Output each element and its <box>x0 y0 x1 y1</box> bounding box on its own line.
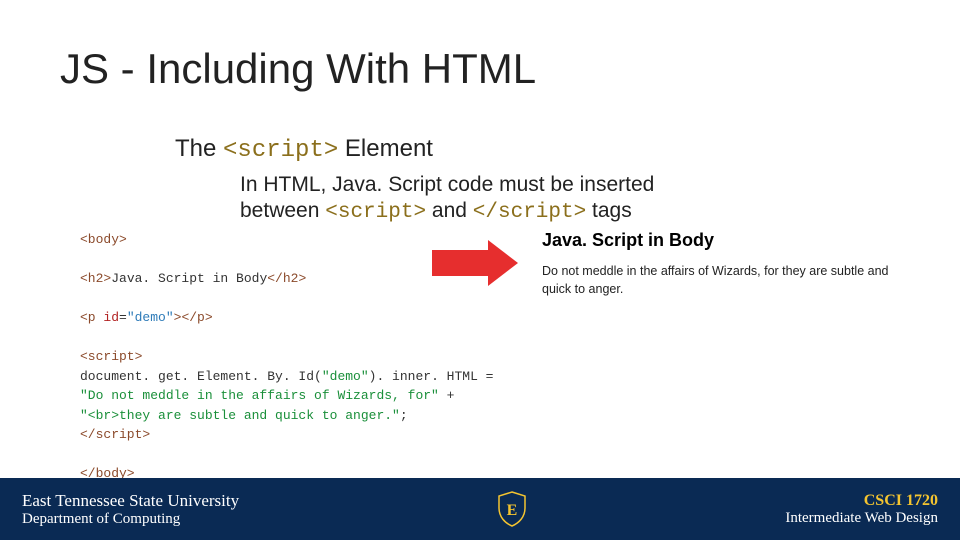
footer-university: East Tennessee State University <box>22 491 239 511</box>
code-tag: <p <box>80 310 103 325</box>
footer-logo: E <box>497 491 527 527</box>
footer-course-code: CSCI 1720 <box>864 492 938 510</box>
code-tag: </script> <box>80 427 150 442</box>
code-str: "Do not meddle in the affairs of Wizards… <box>80 388 439 403</box>
code-tag: </h2> <box>267 271 306 286</box>
footer: East Tennessee State University Departme… <box>0 478 960 540</box>
render-output: Java. Script in Body Do not meddle in th… <box>542 230 892 298</box>
code-attr: id <box>103 310 119 325</box>
shield-icon: E <box>497 491 527 527</box>
desc-line2-pre: between <box>240 199 325 222</box>
code-tag: <body> <box>80 232 127 247</box>
footer-left: East Tennessee State University Departme… <box>22 491 239 528</box>
subtitle-code: <script> <box>223 137 338 164</box>
svg-text:E: E <box>507 502 518 519</box>
arrow-icon <box>432 240 520 286</box>
description: In HTML, Java. Script code must be inser… <box>240 172 770 227</box>
desc-code1: <script> <box>325 201 426 224</box>
code-tag: <h2> <box>80 271 111 286</box>
desc-line2-post: tags <box>586 199 632 222</box>
code-str: "demo" <box>322 369 369 384</box>
code-text: Java. Script in Body <box>111 271 267 286</box>
render-title: Java. Script in Body <box>542 230 892 251</box>
code-js: document. get. Element. By. Id( <box>80 369 322 384</box>
code-tag: <script> <box>80 349 142 364</box>
code-tag: </p> <box>181 310 212 325</box>
footer-department: Department of Computing <box>22 511 239 528</box>
code-eq: = <box>119 310 127 325</box>
page-title: JS - Including With HTML <box>60 45 536 93</box>
code-js: ; <box>400 408 408 423</box>
desc-mid: and <box>426 199 473 222</box>
desc-line1: In HTML, Java. Script code must be inser… <box>240 173 654 196</box>
code-val: "demo" <box>127 310 174 325</box>
desc-code2: </script> <box>473 201 586 224</box>
footer-right: CSCI 1720 Intermediate Web Design <box>785 492 938 527</box>
code-js: + <box>439 388 455 403</box>
subtitle-pre: The <box>175 135 223 162</box>
subtitle: The <script> Element <box>175 135 433 164</box>
render-text: Do not meddle in the affairs of Wizards,… <box>542 263 892 298</box>
code-js: ). inner. HTML = <box>369 369 494 384</box>
subtitle-post: Element <box>338 135 433 162</box>
code-str: "<br>they are subtle and quick to anger.… <box>80 408 400 423</box>
footer-course-name: Intermediate Web Design <box>785 510 938 527</box>
